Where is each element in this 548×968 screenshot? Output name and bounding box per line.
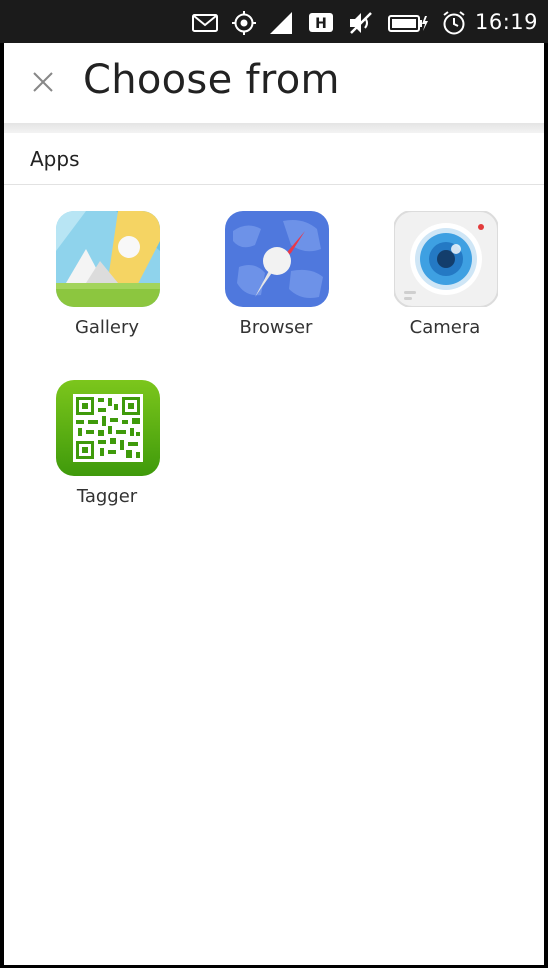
tagger-icon bbox=[56, 380, 160, 476]
app-tile-browser[interactable]: Browser bbox=[201, 185, 351, 338]
app-label-camera: Camera bbox=[409, 317, 481, 338]
app-tile-gallery[interactable]: Gallery bbox=[32, 185, 182, 338]
gallery-icon bbox=[56, 211, 160, 307]
signal-icon bbox=[270, 12, 292, 34]
battery-charging-icon bbox=[388, 15, 428, 32]
network-badge-text: H bbox=[315, 16, 327, 32]
location-icon bbox=[232, 11, 256, 35]
network-h-icon: H bbox=[309, 13, 333, 32]
app-label-browser: Browser bbox=[239, 317, 313, 338]
app-tile-tagger[interactable]: Tagger bbox=[32, 354, 182, 507]
app-label-tagger: Tagger bbox=[76, 486, 138, 507]
page-header: Choose from bbox=[4, 43, 544, 123]
section-title: Apps bbox=[30, 147, 80, 171]
mail-icon bbox=[192, 14, 218, 32]
section-header: Apps bbox=[4, 133, 544, 185]
camera-icon bbox=[394, 211, 498, 307]
close-icon[interactable] bbox=[26, 65, 60, 99]
content-hub-screen: Choose from Apps Gallery Browser Camera … bbox=[4, 43, 544, 965]
muted-icon bbox=[350, 12, 372, 34]
app-tile-camera[interactable]: Camera bbox=[370, 185, 520, 338]
alarm-icon bbox=[443, 11, 465, 35]
browser-icon bbox=[225, 211, 329, 307]
status-time: 16:19 bbox=[474, 10, 538, 34]
header-divider bbox=[4, 123, 544, 133]
page-title: Choose from bbox=[83, 57, 340, 103]
app-label-gallery: Gallery bbox=[74, 317, 140, 338]
status-bar: H 16:19 bbox=[0, 0, 548, 43]
